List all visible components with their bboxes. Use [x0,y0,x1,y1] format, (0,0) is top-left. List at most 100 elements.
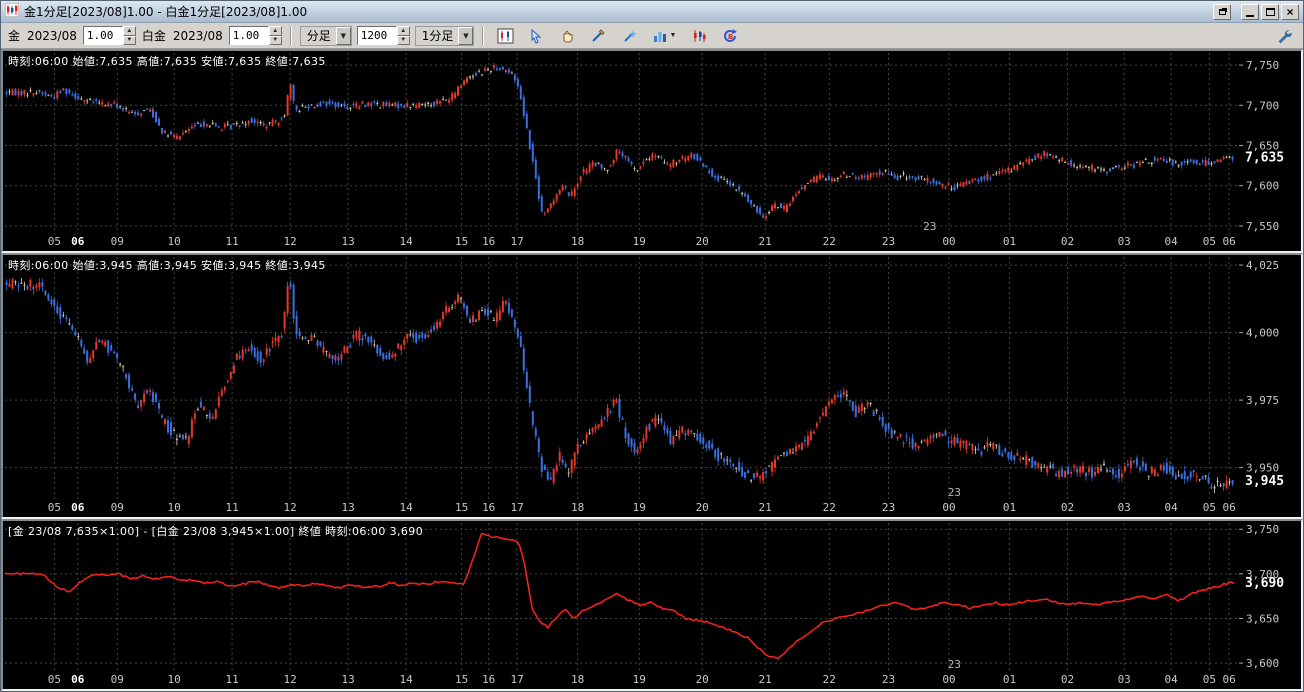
toolbar-separator [289,25,292,46]
chevron-down-icon[interactable]: ▼ [458,26,474,45]
svg-text:18: 18 [571,235,584,248]
chart-frame-button[interactable] [492,24,519,47]
candle-chart-button[interactable] [686,24,713,47]
gold-multiplier-spinner: ▲▼ [82,26,136,45]
bar-count-spinner: ▲▼ [356,26,410,45]
platinum-ohlc-info: 時刻:06:00 始値:3,945 高値:3,945 安値:3,945 終値:3… [8,259,326,272]
gold-ohlc-info: 時刻:06:00 始値:7,635 高値:7,635 安値:7,635 終値:7… [8,55,326,68]
svg-text:15: 15 [455,235,468,248]
svg-text:09: 09 [111,673,124,686]
platinum-candlestick-chart[interactable]: 4,025 4,000 3,975 3,9503,945 05 06 09 10 11 12 13 1… [3,255,1301,517]
gold-chart-panel: 時刻:06:00 始値:7,635 高値:7,635 安値:7,635 終値:7… [1,49,1303,253]
settings-wrench-button[interactable] [1271,24,1297,47]
svg-text:03: 03 [1118,501,1131,514]
bar-count-down-button[interactable]: ▼ [396,35,410,45]
svg-text:10: 10 [167,673,180,686]
svg-text:23: 23 [923,220,936,233]
bar-count-input[interactable] [356,26,397,45]
chart-frame-icon [497,28,514,43]
hand-tool-icon [563,30,573,42]
svg-text:05: 05 [48,501,61,514]
bar-count-up-button[interactable]: ▲ [396,26,410,36]
hand-tool-button[interactable] [554,24,581,47]
svg-text:3,945: 3,945 [1245,474,1284,489]
svg-text:05: 05 [1203,501,1216,514]
svg-text:17: 17 [510,673,523,686]
svg-text:00: 00 [942,501,955,514]
svg-text:7,750: 7,750 [1246,59,1279,72]
svg-text:7,635: 7,635 [1245,151,1284,166]
spread-chart-panel: [金 23/08 7,635×1.00] - [白金 23/08 3,945×1… [1,519,1303,691]
select-arrow-button[interactable] [523,24,550,47]
gold-multiplier-input[interactable] [82,26,123,45]
svg-text:17: 17 [510,501,523,514]
svg-text:05: 05 [48,673,61,686]
refresh-button[interactable]: B [717,24,744,47]
svg-text:B: B [728,33,733,41]
svg-text:21: 21 [758,501,771,514]
svg-text:18: 18 [571,673,584,686]
svg-text:3,690: 3,690 [1245,576,1284,591]
svg-text:12: 12 [283,673,296,686]
wrench-icon [1278,29,1292,43]
svg-text:03: 03 [1118,673,1131,686]
maximize-button[interactable] [1261,3,1279,20]
titlebar[interactable]: 金1分足[2023/08]1.00 - 白金1分足[2023/08]1.00 × [1,1,1303,23]
minimize-button[interactable] [1241,3,1259,20]
svg-text:10: 10 [167,501,180,514]
spread-line-chart[interactable]: 3,7503,7003,6503,6003,69005 06 09 10 11 12 13 1… [3,521,1301,689]
platinum-multiplier-down-button[interactable]: ▼ [268,35,282,45]
svg-text:13: 13 [341,235,354,248]
svg-text:20: 20 [696,235,709,248]
svg-text:02: 02 [1061,235,1074,248]
pencil-draw-icon [592,28,606,42]
gold-multiplier-down-button[interactable]: ▼ [122,35,136,45]
svg-text:7,550: 7,550 [1246,220,1279,233]
line-draw-button[interactable] [585,24,612,47]
svg-text:15: 15 [455,673,468,686]
interval-type-value: 分足 [306,29,331,43]
svg-text:05: 05 [1203,235,1216,248]
platinum-chart-panel: 時刻:06:00 始値:3,945 高値:3,945 安値:3,945 終値:3… [1,253,1303,519]
svg-text:04: 04 [1164,673,1178,686]
svg-text:19: 19 [633,673,646,686]
timeframe-combobox[interactable]: 1分足 ▼ [414,25,475,46]
gold-multiplier-up-button[interactable]: ▲ [122,26,136,36]
svg-text:04: 04 [1164,501,1178,514]
svg-text:7,600: 7,600 [1246,180,1279,193]
svg-text:22: 22 [823,673,836,686]
svg-text:3,950: 3,950 [1246,462,1279,475]
svg-text:13: 13 [341,673,354,686]
svg-text:06: 06 [71,673,85,686]
svg-text:06: 06 [71,501,85,514]
svg-text:23: 23 [948,658,961,671]
interval-type-combobox[interactable]: 分足 ▼ [299,25,352,46]
close-icon: × [1286,4,1294,19]
svg-text:3,600: 3,600 [1246,657,1279,670]
timeframe-value: 1分足 [421,29,454,43]
svg-text:11: 11 [225,673,238,686]
svg-text:21: 21 [758,235,771,248]
wand-tool-button[interactable] [616,24,643,47]
chevron-down-icon[interactable]: ▼ [335,26,351,45]
svg-text:05: 05 [1203,673,1216,686]
chevron-down-icon[interactable]: ▼ [669,32,676,39]
child-restore-button[interactable] [1213,3,1231,20]
platinum-multiplier-input[interactable] [228,26,269,45]
platinum-multiplier-up-button[interactable]: ▲ [268,26,282,36]
svg-text:09: 09 [111,235,124,248]
platinum-label: 白金 [141,29,166,43]
svg-text:14: 14 [399,235,413,248]
close-button[interactable]: × [1281,3,1299,20]
bar-chart-icon [654,31,667,42]
svg-text:02: 02 [1061,673,1074,686]
gold-candlestick-chart[interactable]: 7,7507,7007,6507,6007,5507,63505 06 09 10 11… [3,51,1301,251]
platinum-contract-month: 2023/08 [172,28,223,43]
svg-text:4,000: 4,000 [1246,327,1279,340]
bar-chart-button[interactable]: ▼ [647,24,682,47]
svg-text:18: 18 [571,501,584,514]
svg-text:21: 21 [758,673,771,686]
svg-text:09: 09 [111,501,124,514]
svg-text:01: 01 [1003,235,1016,248]
svg-text:05: 05 [48,235,61,248]
